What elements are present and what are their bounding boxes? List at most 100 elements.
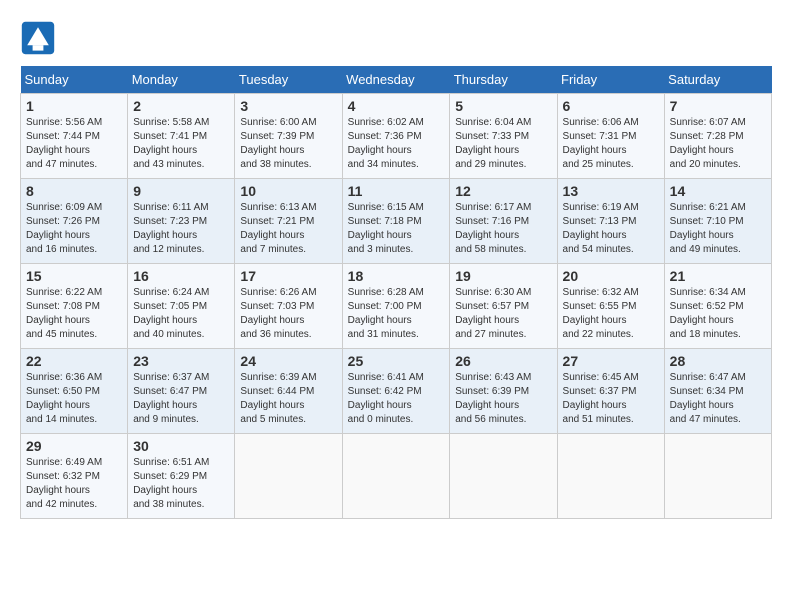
calendar-cell: 14 Sunrise: 6:21 AMSunset: 7:10 PMDaylig… [664, 179, 771, 264]
day-number: 20 [563, 268, 659, 284]
calendar-cell [342, 434, 450, 519]
day-info: Sunrise: 6:00 AMSunset: 7:39 PMDaylight … [240, 117, 316, 170]
weekday-header-thursday: Thursday [450, 66, 557, 94]
day-number: 16 [133, 268, 229, 284]
day-info: Sunrise: 6:47 AMSunset: 6:34 PMDaylight … [670, 372, 746, 425]
calendar-cell: 1 Sunrise: 5:56 AMSunset: 7:44 PMDayligh… [21, 94, 128, 179]
day-number: 11 [348, 183, 445, 199]
day-number: 29 [26, 438, 122, 454]
calendar-cell: 21 Sunrise: 6:34 AMSunset: 6:52 PMDaylig… [664, 264, 771, 349]
day-number: 18 [348, 268, 445, 284]
day-number: 17 [240, 268, 336, 284]
calendar-cell: 5 Sunrise: 6:04 AMSunset: 7:33 PMDayligh… [450, 94, 557, 179]
logo-icon [20, 20, 56, 56]
day-info: Sunrise: 6:13 AMSunset: 7:21 PMDaylight … [240, 202, 316, 255]
day-info: Sunrise: 5:58 AMSunset: 7:41 PMDaylight … [133, 117, 209, 170]
day-info: Sunrise: 6:07 AMSunset: 7:28 PMDaylight … [670, 117, 746, 170]
day-number: 10 [240, 183, 336, 199]
calendar-cell: 10 Sunrise: 6:13 AMSunset: 7:21 PMDaylig… [235, 179, 342, 264]
calendar-cell: 16 Sunrise: 6:24 AMSunset: 7:05 PMDaylig… [128, 264, 235, 349]
day-info: Sunrise: 6:17 AMSunset: 7:16 PMDaylight … [455, 202, 531, 255]
weekday-header-monday: Monday [128, 66, 235, 94]
day-info: Sunrise: 6:24 AMSunset: 7:05 PMDaylight … [133, 287, 209, 340]
calendar-cell [450, 434, 557, 519]
calendar-cell: 28 Sunrise: 6:47 AMSunset: 6:34 PMDaylig… [664, 349, 771, 434]
day-info: Sunrise: 6:21 AMSunset: 7:10 PMDaylight … [670, 202, 746, 255]
calendar-cell: 23 Sunrise: 6:37 AMSunset: 6:47 PMDaylig… [128, 349, 235, 434]
calendar-cell: 25 Sunrise: 6:41 AMSunset: 6:42 PMDaylig… [342, 349, 450, 434]
day-number: 7 [670, 98, 766, 114]
calendar-cell: 2 Sunrise: 5:58 AMSunset: 7:41 PMDayligh… [128, 94, 235, 179]
day-info: Sunrise: 6:02 AMSunset: 7:36 PMDaylight … [348, 117, 424, 170]
day-number: 24 [240, 353, 336, 369]
day-info: Sunrise: 6:41 AMSunset: 6:42 PMDaylight … [348, 372, 424, 425]
calendar-cell: 29 Sunrise: 6:49 AMSunset: 6:32 PMDaylig… [21, 434, 128, 519]
calendar-cell: 20 Sunrise: 6:32 AMSunset: 6:55 PMDaylig… [557, 264, 664, 349]
day-number: 3 [240, 98, 336, 114]
day-info: Sunrise: 6:19 AMSunset: 7:13 PMDaylight … [563, 202, 639, 255]
calendar-cell: 9 Sunrise: 6:11 AMSunset: 7:23 PMDayligh… [128, 179, 235, 264]
day-number: 5 [455, 98, 551, 114]
calendar-cell [557, 434, 664, 519]
day-info: Sunrise: 6:49 AMSunset: 6:32 PMDaylight … [26, 457, 102, 510]
day-info: Sunrise: 6:15 AMSunset: 7:18 PMDaylight … [348, 202, 424, 255]
day-number: 9 [133, 183, 229, 199]
day-number: 23 [133, 353, 229, 369]
day-info: Sunrise: 6:26 AMSunset: 7:03 PMDaylight … [240, 287, 316, 340]
calendar-cell: 11 Sunrise: 6:15 AMSunset: 7:18 PMDaylig… [342, 179, 450, 264]
calendar-cell [664, 434, 771, 519]
calendar-cell: 22 Sunrise: 6:36 AMSunset: 6:50 PMDaylig… [21, 349, 128, 434]
day-info: Sunrise: 6:04 AMSunset: 7:33 PMDaylight … [455, 117, 531, 170]
calendar-cell [235, 434, 342, 519]
day-info: Sunrise: 6:30 AMSunset: 6:57 PMDaylight … [455, 287, 531, 340]
weekday-header-tuesday: Tuesday [235, 66, 342, 94]
logo [20, 20, 62, 56]
calendar-cell: 3 Sunrise: 6:00 AMSunset: 7:39 PMDayligh… [235, 94, 342, 179]
day-number: 26 [455, 353, 551, 369]
day-info: Sunrise: 6:22 AMSunset: 7:08 PMDaylight … [26, 287, 102, 340]
calendar-cell: 30 Sunrise: 6:51 AMSunset: 6:29 PMDaylig… [128, 434, 235, 519]
day-info: Sunrise: 6:11 AMSunset: 7:23 PMDaylight … [133, 202, 208, 255]
day-number: 4 [348, 98, 445, 114]
day-number: 27 [563, 353, 659, 369]
day-number: 1 [26, 98, 122, 114]
calendar-cell: 17 Sunrise: 6:26 AMSunset: 7:03 PMDaylig… [235, 264, 342, 349]
day-number: 19 [455, 268, 551, 284]
day-info: Sunrise: 6:28 AMSunset: 7:00 PMDaylight … [348, 287, 424, 340]
day-number: 15 [26, 268, 122, 284]
day-info: Sunrise: 6:51 AMSunset: 6:29 PMDaylight … [133, 457, 209, 510]
day-info: Sunrise: 5:56 AMSunset: 7:44 PMDaylight … [26, 117, 102, 170]
day-info: Sunrise: 6:06 AMSunset: 7:31 PMDaylight … [563, 117, 639, 170]
calendar-cell: 13 Sunrise: 6:19 AMSunset: 7:13 PMDaylig… [557, 179, 664, 264]
day-number: 6 [563, 98, 659, 114]
weekday-header-sunday: Sunday [21, 66, 128, 94]
calendar-cell: 19 Sunrise: 6:30 AMSunset: 6:57 PMDaylig… [450, 264, 557, 349]
calendar-cell: 26 Sunrise: 6:43 AMSunset: 6:39 PMDaylig… [450, 349, 557, 434]
calendar-cell: 15 Sunrise: 6:22 AMSunset: 7:08 PMDaylig… [21, 264, 128, 349]
day-number: 22 [26, 353, 122, 369]
calendar-cell: 8 Sunrise: 6:09 AMSunset: 7:26 PMDayligh… [21, 179, 128, 264]
day-number: 25 [348, 353, 445, 369]
day-info: Sunrise: 6:39 AMSunset: 6:44 PMDaylight … [240, 372, 316, 425]
day-info: Sunrise: 6:45 AMSunset: 6:37 PMDaylight … [563, 372, 639, 425]
day-info: Sunrise: 6:36 AMSunset: 6:50 PMDaylight … [26, 372, 102, 425]
day-info: Sunrise: 6:34 AMSunset: 6:52 PMDaylight … [670, 287, 746, 340]
day-info: Sunrise: 6:37 AMSunset: 6:47 PMDaylight … [133, 372, 209, 425]
calendar-cell: 24 Sunrise: 6:39 AMSunset: 6:44 PMDaylig… [235, 349, 342, 434]
day-number: 8 [26, 183, 122, 199]
day-number: 13 [563, 183, 659, 199]
day-number: 12 [455, 183, 551, 199]
calendar-cell: 6 Sunrise: 6:06 AMSunset: 7:31 PMDayligh… [557, 94, 664, 179]
day-number: 14 [670, 183, 766, 199]
calendar-cell: 18 Sunrise: 6:28 AMSunset: 7:00 PMDaylig… [342, 264, 450, 349]
calendar-cell: 4 Sunrise: 6:02 AMSunset: 7:36 PMDayligh… [342, 94, 450, 179]
day-number: 28 [670, 353, 766, 369]
page-header [20, 20, 772, 56]
day-number: 30 [133, 438, 229, 454]
weekday-header-saturday: Saturday [664, 66, 771, 94]
day-info: Sunrise: 6:32 AMSunset: 6:55 PMDaylight … [563, 287, 639, 340]
day-number: 2 [133, 98, 229, 114]
day-number: 21 [670, 268, 766, 284]
calendar-cell: 27 Sunrise: 6:45 AMSunset: 6:37 PMDaylig… [557, 349, 664, 434]
day-info: Sunrise: 6:43 AMSunset: 6:39 PMDaylight … [455, 372, 531, 425]
